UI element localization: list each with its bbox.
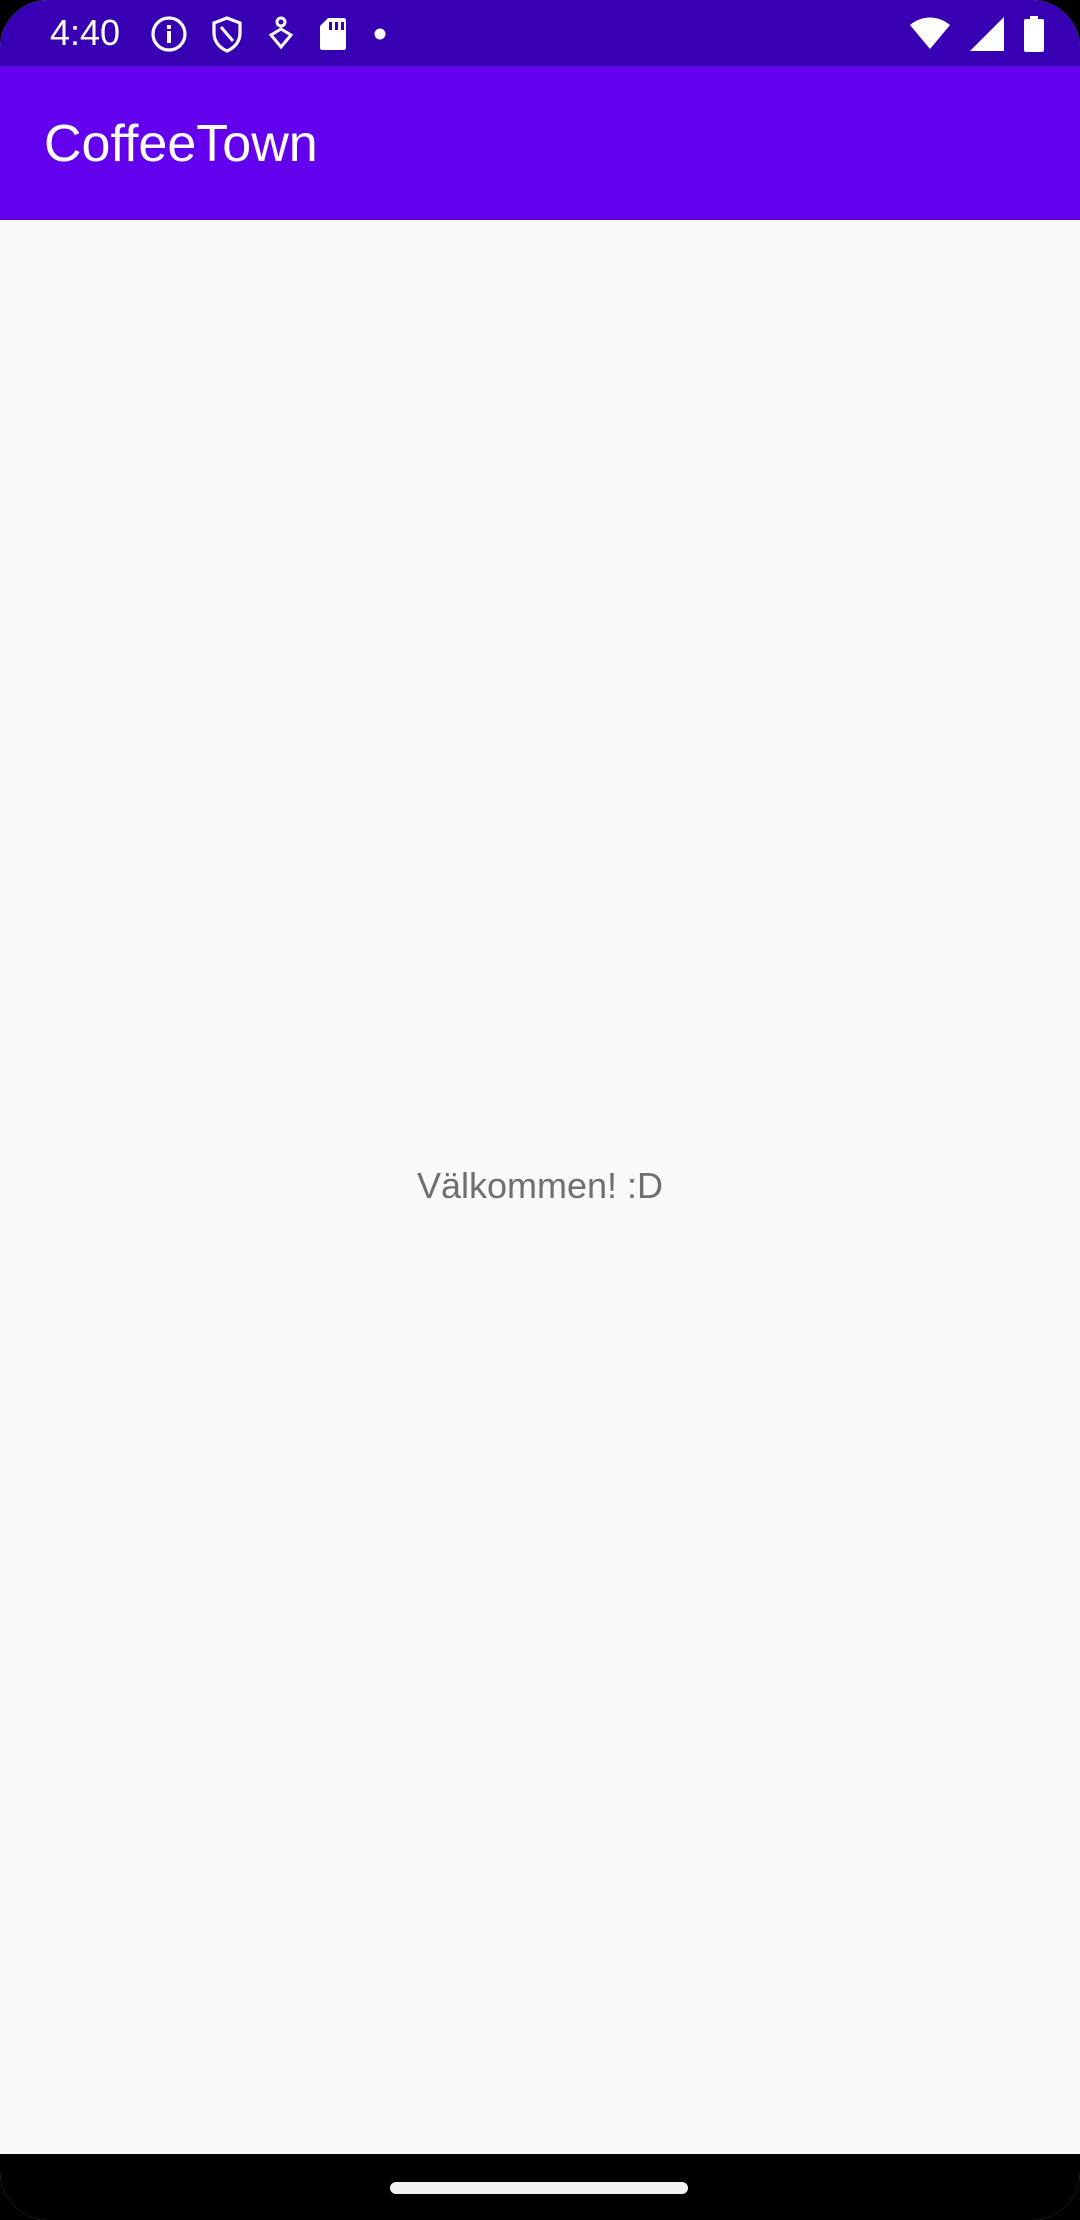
welcome-text: Välkommen! :D bbox=[416, 1165, 664, 1206]
battery-icon bbox=[1022, 15, 1046, 53]
sd-card-icon bbox=[318, 15, 348, 53]
navigation-bar bbox=[0, 2154, 1080, 2220]
phone-screen: 4:40 CoffeeTown Välkommen!:D bbox=[0, 0, 1080, 2220]
status-time: 4:40 bbox=[50, 12, 121, 53]
app-title: CoffeeTown bbox=[44, 115, 318, 173]
shield-icon bbox=[210, 15, 244, 53]
status-icons-right bbox=[908, 14, 1046, 54]
status-bar: 4:40 bbox=[0, 0, 1080, 66]
signal-icon bbox=[968, 15, 1006, 53]
home-gesture-handle[interactable] bbox=[390, 2182, 688, 2194]
accessibility-icon bbox=[266, 15, 296, 53]
main-content: Välkommen! :D bbox=[0, 220, 1080, 2154]
info-icon bbox=[150, 15, 188, 53]
status-icons-left bbox=[150, 14, 390, 54]
app-bar: CoffeeTown bbox=[0, 66, 1080, 220]
wifi-icon bbox=[908, 15, 952, 53]
dot-icon bbox=[370, 15, 390, 53]
